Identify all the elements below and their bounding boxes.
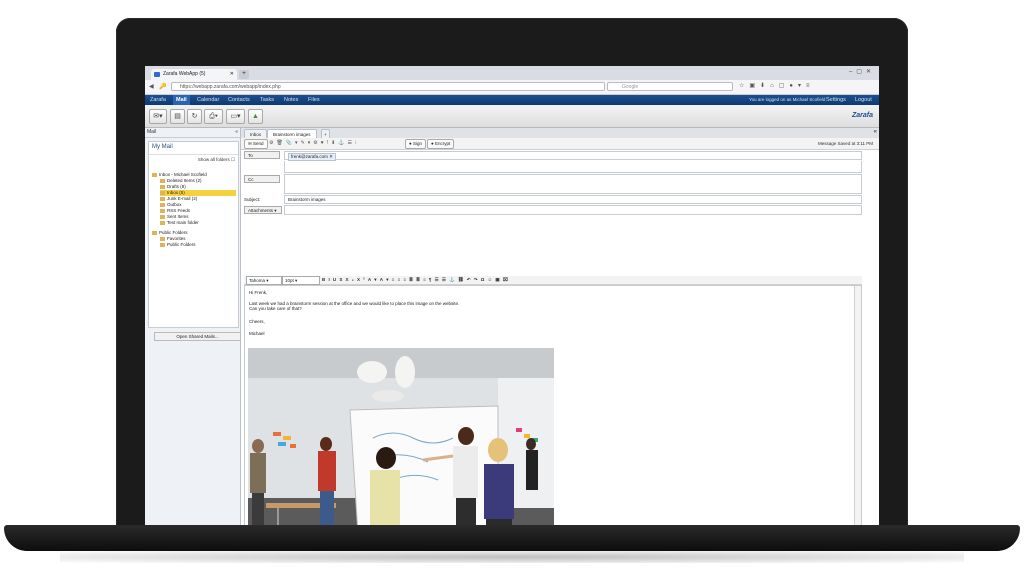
compose-area: Inbox Brainstorm images + « ✉ Send ⚙🗑📎▾✎… (241, 128, 879, 525)
zarafa-logo: Zarafa (851, 112, 873, 119)
search-box[interactable]: Google (607, 82, 733, 91)
folder-icon (160, 220, 165, 225)
left-pane-header: Mail « (145, 128, 240, 138)
folder-icon (160, 184, 165, 189)
nav-zarafa[interactable]: Zarafa (150, 95, 166, 105)
attachments-field[interactable] (284, 205, 862, 215)
folder-icon (160, 178, 165, 183)
browser-tabstrip: Zarafa WebApp (5) ✕ + –▢✕ (145, 66, 879, 80)
folder-label: Public Folders (159, 230, 188, 235)
back-icon[interactable]: ◀ (149, 83, 154, 90)
attachments-button[interactable]: Attachments ▾ (244, 206, 282, 214)
subject-field[interactable]: Brainstorm images (284, 195, 862, 204)
new-mail-button[interactable]: ✉▾ (149, 109, 167, 124)
subject-label: Subject: (244, 197, 261, 202)
to-field[interactable]: frenk@zarafa.com ✕ (284, 151, 862, 161)
print-button[interactable]: ⎙▾ (204, 109, 223, 124)
folder-label: Outbox (167, 202, 182, 207)
browser-tab-title: Zarafa WebApp (5) (163, 71, 206, 77)
brainstorm-photo[interactable] (248, 348, 554, 525)
folder-item[interactable]: Test main folder (160, 220, 199, 226)
body-line-4: Cheers, (249, 319, 265, 324)
to-button[interactable]: To (244, 151, 280, 159)
to-field-extra[interactable] (284, 161, 862, 173)
window-controls[interactable]: –▢✕ (849, 68, 875, 75)
folder-icon (152, 172, 157, 177)
message-body[interactable]: Hi Frenk, Last week we had a brainstorm … (244, 285, 862, 525)
nav-contacts[interactable]: Contacts (228, 95, 250, 105)
folder-item[interactable]: Public Folders (160, 242, 196, 248)
browser-tab[interactable]: Zarafa WebApp (5) ✕ (151, 69, 237, 80)
sign-button[interactable]: ● Sign (405, 139, 426, 149)
size-select[interactable]: 10pt ▾ (282, 276, 320, 285)
laptop-shadow (60, 551, 964, 563)
body-line-1: Hi Frenk, (249, 290, 268, 295)
folder-label: Public Folders (167, 242, 196, 247)
folder-label: Inbox (5) (167, 190, 185, 195)
nav-notes[interactable]: Notes (284, 95, 298, 105)
view-button[interactable]: ▭▾ (226, 109, 245, 124)
folder-icon (160, 190, 165, 195)
my-mail-panel: My Mail Show all folders ☐ Inbox - Micha… (148, 141, 241, 341)
folder-icon (160, 202, 165, 207)
nav-files[interactable]: Files (308, 95, 320, 105)
left-pane: Mail « My Mail Show all folders ☐ Inbox … (145, 128, 241, 525)
mail-actions-icons[interactable]: ⚙🗑📎▾✎▾⚙♥!⬇⚓☰⁝ (269, 139, 360, 148)
app-navigation: Zarafa Mail Calendar Contacts Tasks Note… (145, 95, 879, 105)
folder-label: RSS Feeds (167, 208, 191, 213)
collapse-right-icon[interactable]: « (874, 129, 877, 135)
cc-field[interactable] (284, 174, 862, 194)
send-button[interactable]: ✉ Send (244, 139, 268, 149)
folder-label: Junk E-mail (2) (167, 196, 198, 201)
lock-icon: 🔑 (159, 84, 167, 90)
folder-icon (152, 230, 157, 235)
refresh-button[interactable]: ↻ (187, 109, 202, 124)
logged-in-status: You are logged on as Michael Scofield (749, 97, 826, 102)
recipient-chip[interactable]: frenk@zarafa.com ✕ (288, 153, 336, 161)
format-toolbar: Tahoma ▾ 10pt ▾ BIUSX₂X²A▾A▾≡≡≡≣≣≡¶☰☰⚓⛓↶… (244, 276, 862, 285)
nav-tasks[interactable]: Tasks (260, 95, 274, 105)
folder-label: Test main folder (167, 220, 199, 225)
cc-button[interactable]: Cc (244, 175, 280, 183)
left-pane-title: Mail (147, 129, 157, 135)
folder-label: Inbox - Michael Scofield (159, 172, 207, 177)
collapse-icon[interactable]: « (235, 128, 238, 137)
nav-mail[interactable]: Mail (173, 95, 190, 105)
folder-icon (160, 214, 165, 219)
folder-label: Deleted Items (2) (167, 178, 202, 183)
laptop-screen: Zarafa WebApp (5) ✕ + –▢✕ ◀ 🔑 https://we… (145, 66, 879, 525)
body-line-5: Michael (249, 331, 265, 336)
mail-toolbar: ✉ Send ⚙🗑📎▾✎▾⚙♥!⬇⚓☰⁝ ● Sign ● Encrypt Me… (241, 138, 879, 150)
folder-label: Favorites (167, 236, 186, 241)
folder-label: Sent Items (167, 214, 189, 219)
nav-calendar[interactable]: Calendar (197, 95, 219, 105)
show-all-folders-toggle[interactable]: Show all folders ☐ (149, 155, 238, 165)
open-shared-mails-button[interactable]: Open Shared Mails... (154, 332, 241, 341)
close-tab-icon[interactable]: ✕ (230, 69, 234, 80)
format-buttons[interactable]: BIUSX₂X²A▾A▾≡≡≡≣≣≡¶☰☰⚓⛓↶↷Ω☺▣⌧ (322, 276, 511, 284)
image-button[interactable]: ▲ (248, 109, 263, 124)
font-select[interactable]: Tahoma ▾ (246, 276, 282, 285)
settings-link[interactable]: Settings (826, 95, 846, 105)
zarafa-favicon-icon (154, 72, 160, 77)
folder-label: Drafts (8) (167, 184, 186, 189)
encrypt-button[interactable]: ● Encrypt (427, 139, 455, 149)
laptop-base (4, 525, 1020, 551)
my-mail-title: My Mail (149, 142, 238, 155)
address-bar[interactable]: https://webapp.zarafa.com/webapp/index.p… (171, 82, 605, 91)
folder-icon (160, 242, 165, 247)
body-scrollbar[interactable] (854, 286, 861, 525)
browser-toolbar-icons[interactable]: ☆▣⬇⌂▢●▾≡ (739, 82, 815, 89)
body-line-3: Can you take care of that? (249, 306, 302, 311)
folder-icon (160, 196, 165, 201)
browser-toolbar: ◀ 🔑 https://webapp.zarafa.com/webapp/ind… (145, 80, 879, 95)
main-toolbar: ✉▾ ▤ ↻ ⎙▾ ▭▾ ▲ Zarafa (145, 105, 879, 128)
folder-icon (160, 236, 165, 241)
logout-link[interactable]: Logout (855, 95, 872, 105)
saved-status: Message Saved at 3:11 PM (818, 141, 873, 146)
new-tab-button[interactable]: + (239, 70, 249, 79)
folder-icon (160, 208, 165, 213)
address-book-button[interactable]: ▤ (170, 109, 185, 124)
